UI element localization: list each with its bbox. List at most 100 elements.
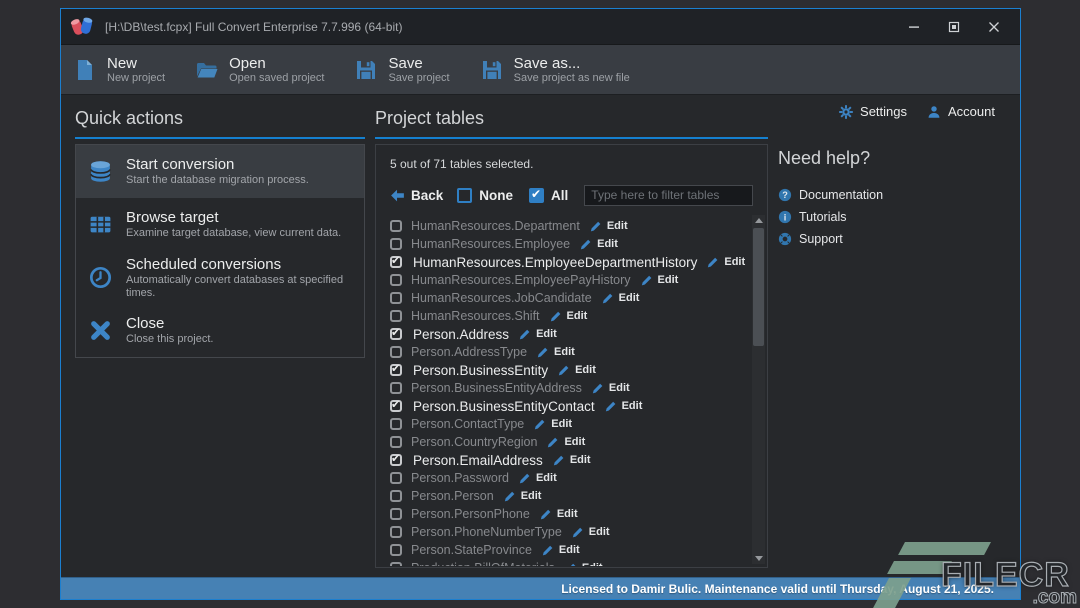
- project-tables-box: 5 out of 71 tables selected. Back None: [375, 144, 768, 568]
- quick-action-scheduled-conversions[interactable]: Scheduled conversions Automatically conv…: [76, 251, 364, 304]
- quick-action-close[interactable]: Close Close this project.: [76, 304, 364, 357]
- table-row[interactable]: Person.Address Edit: [390, 325, 753, 343]
- table-checkbox[interactable]: [390, 526, 402, 538]
- edit-link[interactable]: Edit: [592, 382, 630, 394]
- table-row[interactable]: HumanResources.JobCandidate Edit: [390, 289, 753, 307]
- table-checkbox[interactable]: [390, 508, 402, 520]
- edit-link[interactable]: Edit: [519, 472, 557, 484]
- table-row[interactable]: Person.BusinessEntityContact Edit: [390, 397, 753, 415]
- database-icon: [88, 159, 113, 184]
- edit-link[interactable]: Edit: [707, 256, 745, 268]
- table-checkbox[interactable]: [390, 364, 402, 376]
- pencil-icon: [602, 292, 614, 304]
- table-row[interactable]: HumanResources.EmployeePayHistory Edit: [390, 271, 753, 289]
- filter-tables-input[interactable]: [584, 185, 753, 206]
- minimize-button[interactable]: [894, 13, 934, 41]
- edit-link[interactable]: Edit: [550, 310, 588, 322]
- edit-link[interactable]: Edit: [641, 274, 679, 286]
- table-checkbox[interactable]: [390, 472, 402, 484]
- table-checkbox[interactable]: [390, 256, 402, 268]
- select-none-control[interactable]: None: [457, 188, 513, 203]
- table-checkbox[interactable]: [390, 562, 402, 566]
- titlebar[interactable]: [H:\DB\test.fcpx] Full Convert Enterpris…: [61, 9, 1020, 44]
- table-checkbox[interactable]: [390, 382, 402, 394]
- table-row[interactable]: Person.PersonPhone Edit: [390, 505, 753, 523]
- help-link-documentation[interactable]: ? Documentation: [778, 184, 1018, 206]
- edit-label: Edit: [551, 418, 572, 430]
- table-row[interactable]: Person.StateProvince Edit: [390, 541, 753, 559]
- table-checkbox[interactable]: [390, 490, 402, 502]
- table-checkbox[interactable]: [390, 400, 402, 412]
- settings-button[interactable]: Settings: [839, 104, 907, 119]
- toolbar-button[interactable]: New New project: [73, 55, 165, 85]
- edit-link[interactable]: Edit: [580, 238, 618, 250]
- select-all-control[interactable]: All: [529, 188, 568, 203]
- close-button[interactable]: [974, 13, 1014, 41]
- table-checkbox[interactable]: [390, 544, 402, 556]
- edit-link[interactable]: Edit: [504, 490, 542, 502]
- table-row[interactable]: Person.Person Edit: [390, 487, 753, 505]
- project-tables-heading: Project tables: [375, 105, 768, 131]
- table-row[interactable]: Person.EmailAddress Edit: [390, 451, 753, 469]
- table-name: Person.Address: [413, 327, 509, 342]
- table-row[interactable]: HumanResources.Department Edit: [390, 217, 753, 235]
- edit-link[interactable]: Edit: [540, 508, 578, 520]
- edit-link[interactable]: Edit: [534, 418, 572, 430]
- edit-link[interactable]: Edit: [558, 364, 596, 376]
- edit-link[interactable]: Edit: [547, 436, 585, 448]
- table-row[interactable]: Person.PhoneNumberType Edit: [390, 523, 753, 541]
- edit-link[interactable]: Edit: [519, 328, 557, 340]
- none-checkbox[interactable]: [457, 188, 472, 203]
- scrollbar-thumb[interactable]: [753, 228, 764, 346]
- table-checkbox[interactable]: [390, 274, 402, 286]
- table-row[interactable]: HumanResources.EmployeeDepartmentHistory…: [390, 253, 753, 271]
- table-row[interactable]: HumanResources.Shift Edit: [390, 307, 753, 325]
- table-row[interactable]: Person.CountryRegion Edit: [390, 433, 753, 451]
- help-link-support[interactable]: Support: [778, 228, 1018, 250]
- edit-label: Edit: [521, 490, 542, 502]
- account-button[interactable]: Account: [927, 104, 995, 119]
- table-row[interactable]: Production.BillOfMaterials Edit: [390, 559, 753, 566]
- tables-scrollbar[interactable]: [752, 215, 765, 564]
- edit-link[interactable]: Edit: [602, 292, 640, 304]
- table-checkbox[interactable]: [390, 436, 402, 448]
- edit-link[interactable]: Edit: [553, 454, 591, 466]
- table-checkbox[interactable]: [390, 328, 402, 340]
- edit-link[interactable]: Edit: [537, 346, 575, 358]
- app-window: [H:\DB\test.fcpx] Full Convert Enterpris…: [60, 8, 1021, 600]
- table-row[interactable]: HumanResources.Employee Edit: [390, 235, 753, 253]
- table-checkbox[interactable]: [390, 292, 402, 304]
- help-link-tutorials[interactable]: i Tutorials: [778, 206, 1018, 228]
- quick-action-start-conversion[interactable]: Start conversion Start the database migr…: [76, 145, 364, 198]
- toolbar-button[interactable]: Open Open saved project: [195, 55, 324, 85]
- table-row[interactable]: Person.BusinessEntityAddress Edit: [390, 379, 753, 397]
- table-checkbox[interactable]: [390, 454, 402, 466]
- edit-link[interactable]: Edit: [572, 526, 610, 538]
- edit-link[interactable]: Edit: [590, 220, 628, 232]
- table-name: HumanResources.Employee: [411, 237, 570, 251]
- svg-text:i: i: [784, 212, 787, 222]
- toolbar-button[interactable]: Save as... Save project as new file: [480, 55, 630, 85]
- table-checkbox[interactable]: [390, 238, 402, 250]
- table-row[interactable]: Person.Password Edit: [390, 469, 753, 487]
- edit-link[interactable]: Edit: [565, 562, 603, 566]
- table-row[interactable]: Person.ContactType Edit: [390, 415, 753, 433]
- scroll-down-icon[interactable]: [752, 553, 765, 564]
- table-checkbox[interactable]: [390, 346, 402, 358]
- quick-action-browse-target[interactable]: Browse target Examine target database, v…: [76, 198, 364, 251]
- table-row[interactable]: Person.AddressType Edit: [390, 343, 753, 361]
- window-title: [H:\DB\test.fcpx] Full Convert Enterpris…: [105, 20, 402, 34]
- table-checkbox[interactable]: [390, 220, 402, 232]
- table-checkbox[interactable]: [390, 310, 402, 322]
- maximize-button[interactable]: [934, 13, 974, 41]
- back-button[interactable]: Back: [390, 188, 443, 203]
- pencil-icon: [537, 346, 549, 358]
- edit-link[interactable]: Edit: [542, 544, 580, 556]
- table-row[interactable]: Person.BusinessEntity Edit: [390, 361, 753, 379]
- toolbar-button[interactable]: Save Save project: [354, 55, 449, 85]
- all-checkbox[interactable]: [529, 188, 544, 203]
- table-checkbox[interactable]: [390, 418, 402, 430]
- edit-link[interactable]: Edit: [605, 400, 643, 412]
- scroll-up-icon[interactable]: [752, 215, 765, 226]
- table-name: Person.PersonPhone: [411, 507, 530, 521]
